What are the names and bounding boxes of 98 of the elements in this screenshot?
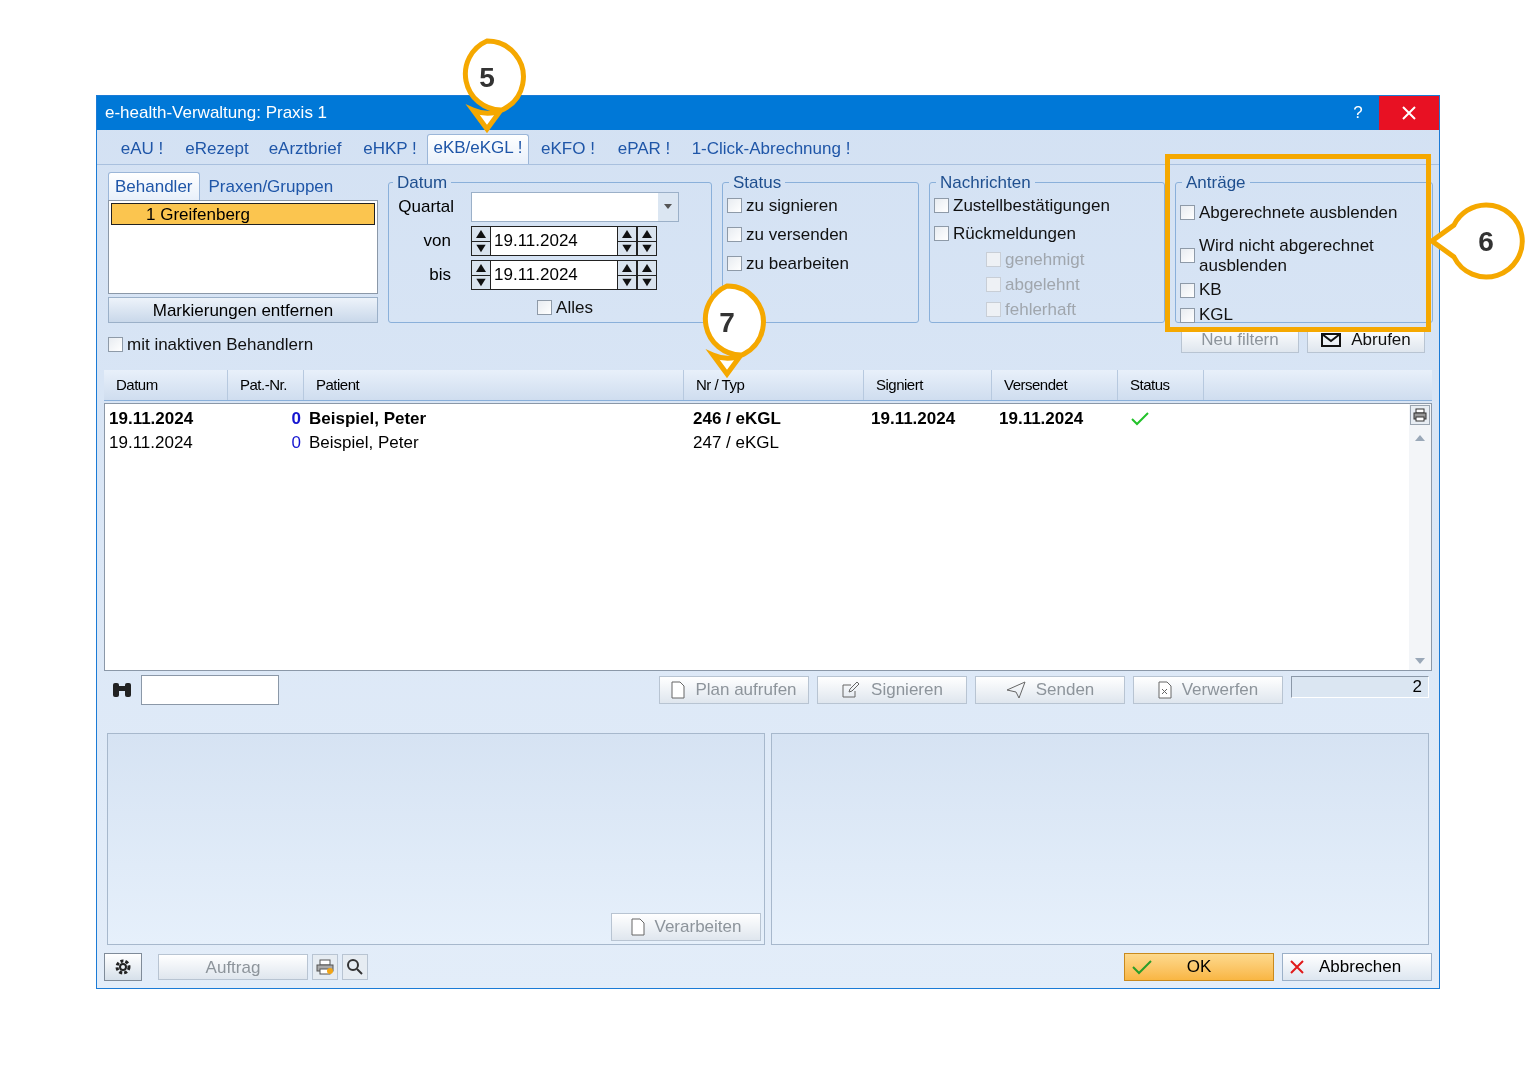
tab[interactable]: Praxen/Gruppen: [202, 174, 340, 200]
column-header[interactable]: Pat.-Nr.: [228, 370, 304, 400]
checkbox[interactable]: [727, 227, 742, 242]
checkbox-label: zu versenden: [746, 223, 849, 246]
checkbox[interactable]: [727, 198, 742, 213]
checkbox[interactable]: [1180, 307, 1195, 323]
tab[interactable]: eKB/eKGL !: [427, 134, 529, 164]
tab[interactable]: eKFO !: [531, 136, 605, 164]
group-title: Status: [732, 172, 783, 194]
checkbox-label: Wird nicht abgerechnet ausblenden: [1199, 235, 1375, 276]
remove-marks-button[interactable]: Markierungen entfernen: [108, 297, 378, 323]
checkbox-label: KGL: [1199, 304, 1234, 327]
document-icon: [630, 918, 645, 936]
tab[interactable]: Behandler: [108, 172, 200, 200]
table-cell-text: 247 / eKGL: [692, 432, 780, 455]
check-icon: [1131, 959, 1153, 975]
checkbox-label: Rückmeldungen: [953, 222, 1076, 245]
edit-icon: [841, 681, 862, 699]
table-cell-text: 0: [290, 432, 302, 455]
checkbox-label: zu signieren: [746, 194, 838, 217]
print-button[interactable]: [1410, 405, 1430, 425]
list-item[interactable]: 1 Greifenberg: [111, 203, 375, 225]
settings-icon: [114, 958, 132, 976]
table-cell-text: 246 / eKGL: [692, 408, 782, 431]
mail-icon: [1321, 333, 1342, 347]
scrollbar[interactable]: [1409, 404, 1431, 670]
cancel-button[interactable]: Abbrechen: [1282, 953, 1432, 981]
table-cell-text: 19.11.2024: [108, 408, 195, 431]
checkbox[interactable]: [934, 198, 949, 213]
checkbox[interactable]: [537, 299, 553, 315]
checkbox[interactable]: [934, 226, 949, 241]
search-icon: [347, 959, 363, 975]
checkbox-label: Zustellbestätigungen: [953, 194, 1110, 217]
help-button[interactable]: ?: [1337, 96, 1379, 130]
checkbox-label: fehlerhaft: [1005, 298, 1076, 321]
settings-button[interactable]: [104, 953, 142, 981]
checkbox[interactable]: [1180, 205, 1195, 220]
checkbox-label: Abgerechnete ausblenden: [1199, 201, 1398, 224]
group-title: Anträge: [1185, 172, 1247, 194]
close-icon: [1401, 105, 1417, 121]
scroll-down-icon[interactable]: [1415, 658, 1425, 664]
checkbox[interactable]: [1180, 248, 1195, 263]
search-field[interactable]: [141, 675, 279, 705]
table-cell-text: Beispiel, Peter: [308, 432, 420, 455]
print-button[interactable]: [312, 954, 338, 980]
checkbox[interactable]: [1180, 282, 1195, 298]
column-header[interactable]: Status: [1118, 370, 1204, 400]
field-label: von: [422, 229, 452, 252]
spin-button[interactable]: [471, 259, 491, 290]
field-label: Quartal: [397, 195, 455, 218]
table-cell-text: 19.11.2024: [998, 408, 1085, 431]
spin-button[interactable]: [617, 259, 637, 290]
window-title: e-health-Verwaltung: Praxis 1: [104, 102, 329, 125]
date-field[interactable]: 19.11.2024: [491, 225, 617, 256]
checkbox-label: genehmigt: [1005, 248, 1085, 271]
spin-button[interactable]: [637, 225, 657, 256]
group-title: Nachrichten: [939, 172, 1032, 194]
spin-button[interactable]: [617, 225, 637, 256]
column-header[interactable]: Patient: [304, 370, 684, 400]
ok-button[interactable]: OK: [1124, 953, 1274, 981]
checkbox-label: mit inaktiven Behandlern: [127, 334, 314, 356]
table-cell-text: Beispiel, Peter: [308, 408, 428, 431]
send-icon: [1005, 681, 1026, 699]
binoculars-icon[interactable]: [111, 681, 133, 699]
tab[interactable]: ePAR !: [607, 136, 681, 164]
scroll-up-icon[interactable]: [1415, 435, 1425, 441]
count-field: 2: [1291, 676, 1429, 698]
tab[interactable]: 1-Click-Abrechnung !: [683, 136, 859, 164]
column-header[interactable]: Signiert: [864, 370, 992, 400]
dropdown-caret-icon: [664, 204, 672, 209]
table-cell-text: 0: [290, 408, 302, 431]
checkbox-label: Alles: [556, 296, 593, 319]
printer-icon: [316, 959, 334, 975]
checkbox[interactable]: [727, 256, 742, 271]
checkbox-label: abgelehnt: [1005, 273, 1080, 296]
close-button[interactable]: [1379, 96, 1439, 130]
date-field[interactable]: 19.11.2024: [491, 259, 617, 290]
tab[interactable]: eHKP !: [355, 136, 425, 164]
checkbox-label: zu bearbeiten: [746, 252, 850, 275]
spin-button[interactable]: [637, 259, 657, 290]
search-button[interactable]: [342, 954, 368, 980]
close-icon: [1289, 959, 1305, 975]
spin-button[interactable]: [471, 225, 491, 256]
checkbox[interactable]: [108, 337, 123, 353]
column-header[interactable]: Versendet: [992, 370, 1118, 400]
callout-badge: 6: [1428, 201, 1526, 281]
checkbox-label: KB: [1199, 279, 1222, 302]
column-header[interactable]: Datum: [104, 370, 228, 400]
group-title: Datum: [396, 172, 449, 194]
field-label: bis: [428, 263, 452, 286]
tab[interactable]: eRezept: [179, 136, 255, 164]
printer-icon: [1413, 408, 1427, 422]
table-cell-text: 19.11.2024: [108, 432, 194, 455]
tab[interactable]: eArztbrief: [257, 136, 353, 164]
table-cell-text: 19.11.2024: [870, 408, 957, 431]
document-icon: [1157, 681, 1172, 699]
tab[interactable]: eAU !: [107, 136, 177, 164]
document-icon: [671, 681, 686, 699]
